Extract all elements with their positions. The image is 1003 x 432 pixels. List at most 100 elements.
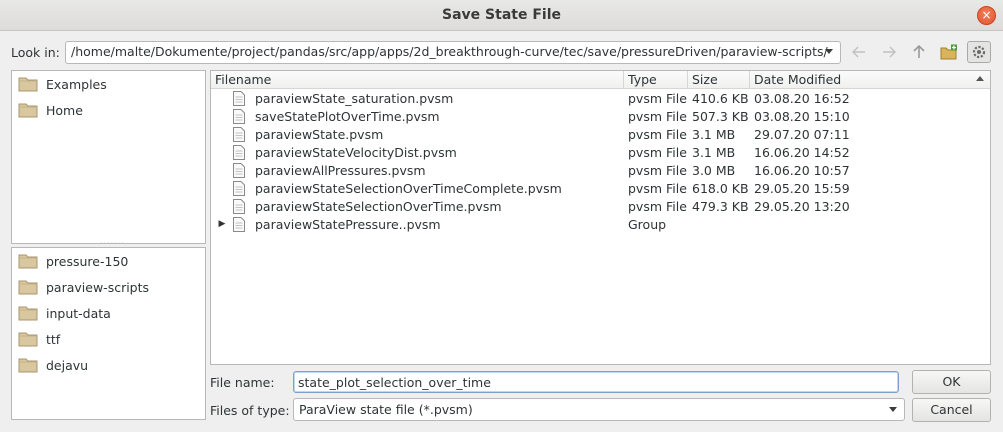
sidebar-item-dejavu[interactable]: dejavu [12,352,205,378]
size-cell: 618.0 KB [692,180,749,196]
sidebar-item-label: pressure-150 [46,253,129,269]
sort-ascending-icon [976,76,984,81]
file-rows: paraviewState_saturation.pvsm pvsm File 41… [211,89,990,233]
date-cell: 16.06.20 14:52 [754,144,850,160]
sidebar-item-label: paraview-scripts [46,279,150,295]
new-folder-button[interactable] [937,41,961,63]
table-row[interactable]: paraviewState.pvsm pvsm File 3.1 MB 29.07.2… [211,125,990,143]
date-cell: 29.05.20 15:59 [754,180,850,196]
filename-cell: paraviewStateSelectionOverTimeComplete.p… [211,180,624,196]
chevron-down-icon [825,49,833,54]
folder-icon [18,77,38,92]
filename-text: paraviewState_saturation.pvsm [255,90,454,106]
folder-icon [18,254,38,269]
filename-cell: paraviewState.pvsm [211,126,624,142]
recent-sidebar: pressure-150 paraview-scripts input-data… [11,247,206,420]
cancel-button[interactable]: Cancel [912,398,991,422]
type-cell: pvsm File [628,198,687,214]
sidebar-item-examples[interactable]: Examples [12,71,205,97]
sidebar-item-input-data[interactable]: input-data [12,300,205,326]
date-cell: 29.07.20 07:11 [754,126,850,142]
table-row[interactable]: ▶ paraviewStatePressure..pvsm Group [211,215,990,233]
column-header-type[interactable]: Type [624,71,688,89]
document-icon [233,180,245,196]
file-list-header: Filename Type Size Date Modified [211,71,990,89]
forward-icon [883,46,896,58]
file-type-select[interactable]: ParaView state file (*.pvsm) [293,398,905,421]
filename-text: paraviewStateSelectionOverTime.pvsm [255,198,502,214]
sidebar-item-home[interactable]: Home [12,97,205,123]
folder-icon [18,280,38,295]
path-value: /home/malte/Dokumente/project/pandas/src… [71,44,828,59]
type-cell: pvsm File [628,126,687,142]
splitter-handle[interactable]: ······· [100,240,124,248]
sidebar-item-label: ttf [46,331,61,347]
date-cell: 03.08.20 15:10 [754,108,850,124]
document-icon [233,126,245,142]
table-row[interactable]: paraviewStateSelectionOverTime.pvsm pvsm … [211,197,990,215]
places-sidebar: Examples Home [11,70,206,244]
table-row[interactable]: paraviewState_saturation.pvsm pvsm File 41… [211,89,990,107]
filename-cell: paraviewStateSelectionOverTime.pvsm [211,198,624,214]
table-row[interactable]: paraviewStateVelocityDist.pvsm pvsm File 3… [211,143,990,161]
sidebar-item-label: Examples [46,76,107,92]
filename-cell: saveStatePlotOverTime.pvsm [211,108,624,124]
size-cell: 3.1 MB [692,126,736,142]
folder-icon [18,103,38,118]
file-type-label: Files of type: [210,403,290,418]
type-cell: pvsm File [628,108,687,124]
file-list: Filename Type Size Date Modified paravie… [210,70,991,365]
filename-cell: paraviewAllPressures.pvsm [211,162,624,178]
filename-text: paraviewStateSelectionOverTimeComplete.p… [255,180,562,196]
size-cell: 3.1 MB [692,144,736,160]
document-icon [233,216,245,232]
type-cell: pvsm File [628,90,687,106]
filename-text: paraviewAllPressures.pvsm [255,162,426,178]
filename-cell: paraviewState_saturation.pvsm [211,90,624,106]
sidebar-item-label: input-data [46,305,111,321]
date-cell: 16.06.20 10:57 [754,162,850,178]
parent-directory-icon [913,44,925,58]
expand-arrow-icon[interactable]: ▶ [211,219,233,229]
filename-text: paraviewState.pvsm [255,126,384,142]
file-name-label: File name: [210,375,275,390]
column-header-date[interactable]: Date Modified [750,71,990,89]
type-cell: pvsm File [628,180,687,196]
forward-button[interactable] [877,41,901,63]
folder-icon [18,332,38,347]
filename-text: saveStatePlotOverTime.pvsm [255,108,440,124]
parent-directory-button[interactable] [907,41,931,63]
sidebar-item-paraview-scripts[interactable]: paraview-scripts [12,274,205,300]
table-row[interactable]: paraviewAllPressures.pvsm pvsm File 3.0 MB… [211,161,990,179]
window-title: Save State File [442,7,561,23]
back-icon [852,46,865,58]
document-icon [233,108,245,124]
column-header-size[interactable]: Size [688,71,750,89]
folder-icon [18,358,38,373]
detail-view-button[interactable] [967,41,991,63]
document-icon [233,144,245,160]
type-cell: pvsm File [628,144,687,160]
sidebar-item-ttf[interactable]: ttf [12,326,205,352]
file-name-input[interactable] [293,371,899,393]
table-row[interactable]: paraviewStateSelectionOverTimeComplete.p… [211,179,990,197]
sidebar-item-label: Home [46,102,83,118]
document-icon [233,90,245,106]
table-row[interactable]: saveStatePlotOverTime.pvsm pvsm File 507.3… [211,107,990,125]
path-combobox[interactable]: /home/malte/Dokumente/project/pandas/src… [65,41,841,64]
filename-cell: ▶ paraviewStatePressure..pvsm [211,216,624,232]
size-cell: 410.6 KB [692,90,749,106]
column-header-filename[interactable]: Filename [211,71,624,89]
date-cell: 03.08.20 16:52 [754,90,850,106]
ok-button[interactable]: OK [912,370,991,394]
size-cell: 479.3 KB [692,198,749,214]
detail-view-icon [972,45,986,59]
back-button[interactable] [847,41,871,63]
type-cell: Group [628,216,667,232]
close-button[interactable]: × [977,6,996,25]
filename-cell: paraviewStateVelocityDist.pvsm [211,144,624,160]
filename-text: paraviewStateVelocityDist.pvsm [255,144,457,160]
folder-icon [18,306,38,321]
document-icon [233,198,245,214]
sidebar-item-pressure-150[interactable]: pressure-150 [12,248,205,274]
